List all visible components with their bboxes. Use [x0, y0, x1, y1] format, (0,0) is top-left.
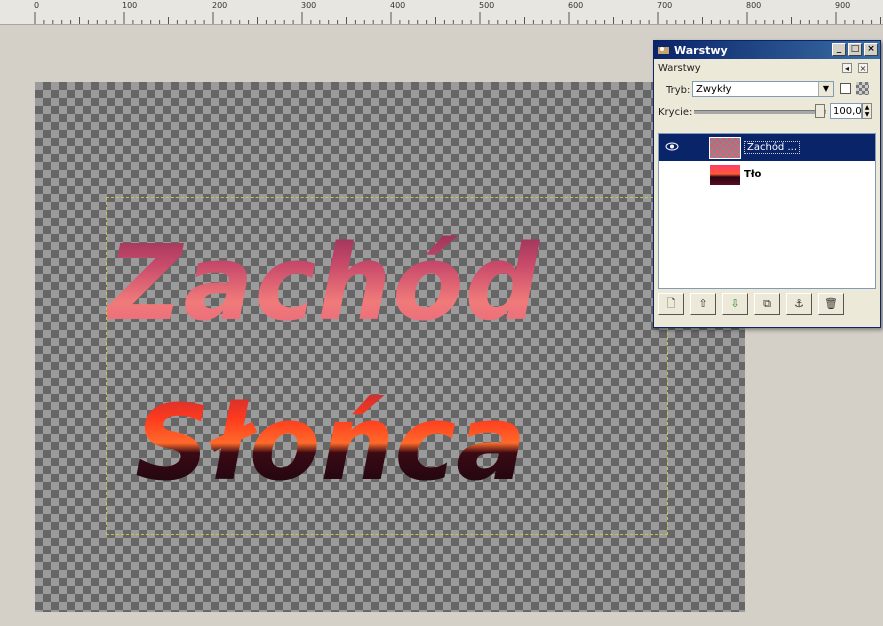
lower-layer-icon[interactable]: ⇩ [722, 293, 748, 315]
layer-row[interactable]: Zachód ... [659, 134, 875, 161]
alpha-lock-icon [856, 82, 869, 95]
opacity-slider-thumb[interactable] [815, 104, 825, 118]
horizontal-ruler: 0 100 200 300 400 500 600 700 800 900 [0, 0, 883, 25]
ruler-label: 500 [479, 1, 495, 10]
chevron-down-icon[interactable]: ▼ [818, 82, 833, 96]
maximize-button[interactable]: □ [848, 43, 862, 56]
ruler-label: 100 [122, 1, 138, 10]
layers-dialog[interactable]: Warstwy _ □ × Warstwy ◂ × Tryb: Zwykły ▼… [653, 40, 881, 328]
mode-select[interactable]: Zwykły ▼ [692, 81, 834, 97]
ruler-label: 0 [34, 1, 40, 10]
layers-list[interactable]: Zachód ... Tło [658, 133, 876, 289]
delete-layer-icon[interactable]: 🗑 [818, 293, 844, 315]
close-tab-icon[interactable]: × [858, 63, 868, 73]
opacity-label: Krycie: [658, 107, 693, 118]
eye-icon[interactable] [665, 141, 685, 154]
image-canvas[interactable]: Zachód Słońca [35, 82, 745, 612]
new-layer-icon[interactable]: 🗋 [658, 293, 684, 315]
mode-label: Tryb: [666, 85, 691, 96]
ruler-label: 300 [301, 1, 317, 10]
dialog-title: Warstwy [674, 43, 728, 57]
anchor-layer-icon[interactable]: ⚓ [786, 293, 812, 315]
duplicate-layer-icon[interactable]: ⧉ [754, 293, 780, 315]
dialog-titlebar[interactable]: Warstwy _ □ × [654, 41, 880, 59]
layer-name[interactable]: Tło [744, 169, 761, 180]
tab-menu-icon[interactable]: ◂ [842, 63, 852, 73]
opacity-spinner[interactable]: ▲ ▼ [862, 103, 872, 119]
ruler-label: 900 [835, 1, 851, 10]
mode-value: Zwykły [696, 84, 732, 95]
minimize-button[interactable]: _ [832, 43, 846, 56]
opacity-input[interactable]: 100,0 [830, 103, 862, 119]
lock-alpha-checkbox[interactable] [840, 83, 851, 94]
opacity-slider-track[interactable] [694, 110, 826, 114]
ruler-label: 400 [390, 1, 406, 10]
layer-thumbnail [709, 163, 741, 186]
text-layer-line2[interactable]: Słońca [135, 382, 526, 504]
ruler-label: 600 [568, 1, 584, 10]
text-layer-line1[interactable]: Zachód [107, 222, 540, 344]
layer-row[interactable]: Tło [659, 161, 875, 188]
ruler-label: 200 [212, 1, 228, 10]
close-button[interactable]: × [864, 43, 878, 56]
section-label: Warstwy [658, 63, 701, 74]
layer-thumbnail [709, 136, 741, 159]
opacity-row: Krycie: 100,0 ▲ ▼ [654, 101, 880, 123]
ruler-label: 700 [657, 1, 673, 10]
gimp-icon [658, 47, 669, 54]
layer-toolbar: 🗋 ⇧ ⇩ ⧉ ⚓ 🗑 [658, 293, 844, 315]
mode-row: Tryb: Zwykły ▼ [654, 79, 880, 101]
raise-layer-icon[interactable]: ⇧ [690, 293, 716, 315]
layer-name[interactable]: Zachód ... [744, 141, 800, 154]
ruler-label: 800 [746, 1, 762, 10]
section-header: Warstwy ◂ × [654, 59, 880, 79]
